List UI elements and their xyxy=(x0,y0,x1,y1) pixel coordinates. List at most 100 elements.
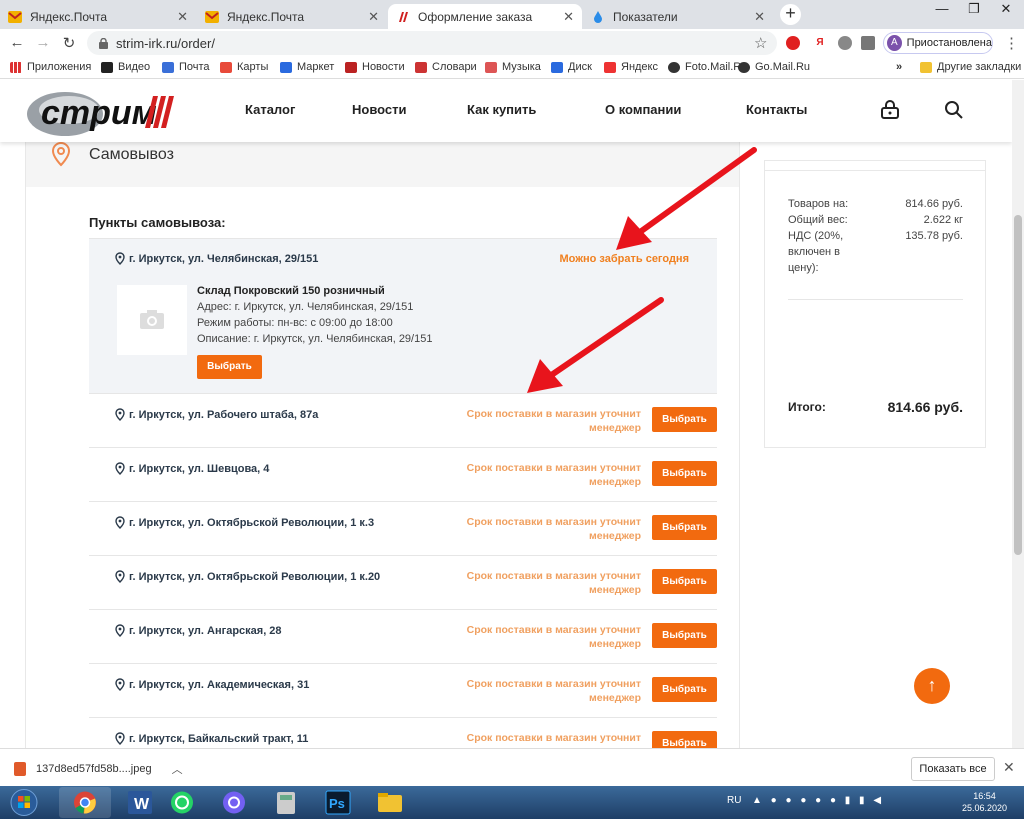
extension-icon[interactable] xyxy=(838,36,852,50)
summary-vat-value: 135.78 руб. xyxy=(905,230,963,242)
back-button[interactable]: ← xyxy=(8,34,26,51)
delivery-status: Срок поставки в магазин уточнит менеджер xyxy=(466,678,641,704)
language-indicator[interactable]: RU xyxy=(727,795,741,806)
select-button[interactable]: Выбрать xyxy=(652,407,717,432)
system-clock[interactable]: 16:54 25.06.2020 xyxy=(962,790,1007,814)
chrome-taskbar-icon[interactable] xyxy=(59,787,111,818)
select-button[interactable]: Выбрать xyxy=(652,515,717,540)
select-button[interactable]: Выбрать xyxy=(197,355,262,379)
yandex-search-icon[interactable]: Я xyxy=(813,36,827,50)
tab-title: Оформление заказа xyxy=(418,9,533,24)
menu-contacts[interactable]: Контакты xyxy=(746,102,807,117)
bookmark-apps[interactable]: Приложения xyxy=(10,61,91,73)
clock-time: 16:54 xyxy=(973,791,996,801)
summary-total-value: 814.66 руб. xyxy=(887,399,963,415)
bookmark-market[interactable]: Маркет xyxy=(280,61,334,73)
bookmark-maps[interactable]: Карты xyxy=(220,61,268,73)
select-button[interactable]: Выбрать xyxy=(652,677,717,702)
scroll-to-top-button[interactable]: ↑ xyxy=(914,668,950,704)
forward-button[interactable]: → xyxy=(34,34,52,51)
strim-icon xyxy=(399,11,408,22)
maximize-button[interactable]: ❐ xyxy=(958,0,990,20)
bookmark-star-icon[interactable]: ☆ xyxy=(754,34,767,52)
cart-icon[interactable] xyxy=(880,100,900,120)
pickup-point[interactable]: г. Иркутск, Байкальский тракт, 11 Срок п… xyxy=(89,717,717,748)
lock-icon xyxy=(99,37,108,49)
map-pin-icon xyxy=(220,61,232,73)
summary-divider xyxy=(788,299,963,300)
pickup-point[interactable]: г. Иркутск, ул. Октябрьской Революции, 1… xyxy=(89,555,717,609)
news-icon xyxy=(345,61,357,73)
new-tab-button[interactable]: + xyxy=(780,4,801,25)
url-field[interactable]: strim-irk.ru/order/ xyxy=(87,31,777,55)
show-all-button[interactable]: Показать все xyxy=(911,757,995,781)
download-item[interactable]: 137d8ed57fd58b....jpeg ︿ xyxy=(14,761,183,777)
page-scrollbar[interactable] xyxy=(1012,80,1024,748)
tab-order-checkout[interactable]: Оформление заказа ✕ xyxy=(388,4,582,29)
yandex-mail-icon xyxy=(8,10,22,23)
point-address: г. Иркутск, Байкальский тракт, 11 xyxy=(129,733,309,745)
menu-about[interactable]: О компании xyxy=(605,102,681,117)
bookmark-yandex[interactable]: Яндекс xyxy=(604,61,658,73)
close-tab-icon[interactable]: ✕ xyxy=(177,9,188,25)
avatar: A xyxy=(887,35,902,51)
start-button[interactable] xyxy=(2,787,46,818)
more-bookmarks-button[interactable]: » xyxy=(896,61,902,73)
menu-dots-icon[interactable]: ⋮ xyxy=(1004,34,1019,52)
bookmark-dictionaries[interactable]: Словари xyxy=(415,61,477,73)
close-window-button[interactable]: ✕ xyxy=(990,0,1022,20)
bookmark-music[interactable]: Музыка xyxy=(485,61,541,73)
chevron-up-icon[interactable]: ︿ xyxy=(172,761,183,777)
explorer-taskbar-icon[interactable] xyxy=(364,787,416,818)
profile-button[interactable]: A Приостановлена xyxy=(883,32,993,54)
bookmark-mail[interactable]: Почта xyxy=(162,61,210,73)
close-tab-icon[interactable]: ✕ xyxy=(754,9,765,25)
bookmark-video[interactable]: Видео xyxy=(101,61,150,73)
tab-yandex-mail-2[interactable]: Яндекс.Почта ✕ xyxy=(197,4,387,29)
close-tab-icon[interactable]: ✕ xyxy=(563,9,574,25)
pickup-point[interactable]: г. Иркутск, ул. Академическая, 31 Срок п… xyxy=(89,663,717,717)
at-icon xyxy=(668,61,680,73)
tab-title: Яндекс.Почта xyxy=(227,9,305,24)
bookmark-label: Приложения xyxy=(27,61,92,73)
tab-yandex-mail-1[interactable]: Яндекс.Почта ✕ xyxy=(0,4,196,29)
strim-logo[interactable]: стрим xyxy=(25,84,177,138)
select-button[interactable]: Выбрать xyxy=(652,569,717,594)
menu-how-to-buy[interactable]: Как купить xyxy=(467,102,536,117)
scrollbar-thumb[interactable] xyxy=(1014,215,1022,555)
search-icon[interactable] xyxy=(944,100,964,120)
close-download-bar-icon[interactable]: ✕ xyxy=(1003,759,1015,776)
menu-news[interactable]: Новости xyxy=(352,102,407,117)
pickup-point-expanded[interactable]: г. Иркутск, ул. Челябинская, 29/151 Можн… xyxy=(89,238,717,393)
bookmark-foto-mail[interactable]: Foto.Mail.Ru xyxy=(668,61,747,73)
select-button[interactable]: Выбрать xyxy=(652,623,717,648)
bookmark-disk[interactable]: Диск xyxy=(551,61,592,73)
bookmark-news[interactable]: Новости xyxy=(345,61,405,73)
whatsapp-taskbar-icon[interactable] xyxy=(156,787,208,818)
bookmark-go-mail[interactable]: Go.Mail.Ru xyxy=(738,61,810,73)
pickup-point[interactable]: г. Иркутск, ул. Шевцова, 4 Срок поставки… xyxy=(89,447,717,501)
clock-date: 25.06.2020 xyxy=(962,803,1008,813)
pickup-point[interactable]: г. Иркутск, ул. Рабочего штаба, 87а Срок… xyxy=(89,393,717,447)
pickup-point[interactable]: г. Иркутск, ул. Ангарская, 28 Срок поста… xyxy=(89,609,717,663)
minimize-button[interactable]: — xyxy=(926,0,958,20)
reload-button[interactable]: ↻ xyxy=(60,34,78,52)
photoshop-taskbar-icon[interactable]: Ps xyxy=(312,787,364,818)
close-tab-icon[interactable]: ✕ xyxy=(368,9,379,25)
download-bar: 137d8ed57fd58b....jpeg ︿ Показать все ✕ xyxy=(0,748,1024,786)
yandex-ext-icon[interactable] xyxy=(786,36,800,50)
other-bookmarks[interactable]: Другие закладки xyxy=(920,61,1021,73)
viber-taskbar-icon[interactable] xyxy=(208,787,260,818)
tray-icons[interactable]: ▲ ● ● ● ● ● ▮ ▮ ◀ xyxy=(752,795,884,806)
site-header: стрим Каталог Новости Как купить О компа… xyxy=(0,80,1012,142)
select-button[interactable]: Выбрать xyxy=(652,461,717,486)
select-button[interactable]: Выбрать xyxy=(652,731,717,748)
menu-catalog[interactable]: Каталог xyxy=(245,102,295,117)
location-pin-icon xyxy=(115,252,125,265)
tab-indicators[interactable]: Показатели ✕ xyxy=(583,4,773,29)
calculator-taskbar-icon[interactable] xyxy=(260,787,312,818)
video-icon xyxy=(101,61,113,73)
puzzle-icon[interactable] xyxy=(861,36,875,50)
pickup-point[interactable]: г. Иркутск, ул. Октябрьской Революции, 1… xyxy=(89,501,717,555)
pickup-section: Самовывоз Пункты самовывоза: г. Иркутск,… xyxy=(25,128,740,748)
